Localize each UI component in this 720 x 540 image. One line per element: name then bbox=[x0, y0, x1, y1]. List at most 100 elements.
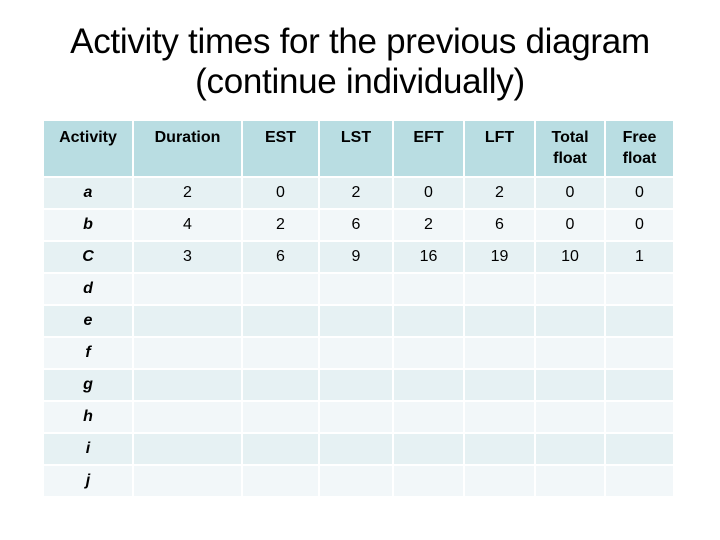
cell-eft bbox=[394, 274, 463, 304]
cell-free-float bbox=[606, 402, 673, 432]
cell-lst bbox=[320, 402, 392, 432]
header-label: Total bbox=[551, 129, 589, 146]
header-lft: LFT bbox=[465, 121, 534, 176]
header-label: float bbox=[553, 150, 587, 167]
table-row: i bbox=[44, 434, 673, 464]
cell-total-float bbox=[536, 306, 604, 336]
cell-activity: e bbox=[44, 306, 132, 336]
cell-activity: b bbox=[44, 210, 132, 240]
cell-activity: f bbox=[44, 338, 132, 368]
cell-free-float bbox=[606, 274, 673, 304]
cell-est bbox=[243, 370, 318, 400]
cell-eft bbox=[394, 338, 463, 368]
cell-duration bbox=[134, 466, 241, 496]
header-label: LFT bbox=[484, 129, 515, 146]
cell-lft bbox=[465, 338, 534, 368]
cell-total-float: 0 bbox=[536, 210, 604, 240]
table-header-row: Activity Duration EST LST EFT LFT Total f… bbox=[44, 121, 673, 176]
cell-duration bbox=[134, 274, 241, 304]
cell-lft bbox=[465, 434, 534, 464]
header-label: Free bbox=[622, 129, 657, 146]
cell-eft bbox=[394, 402, 463, 432]
title-line-1: Activity times for the previous diagram bbox=[70, 22, 650, 61]
header-eft: EFT bbox=[394, 121, 463, 176]
cell-free-float bbox=[606, 338, 673, 368]
cell-activity: C bbox=[44, 242, 132, 272]
cell-total-float bbox=[536, 466, 604, 496]
cell-free-float: 0 bbox=[606, 210, 673, 240]
cell-activity: d bbox=[44, 274, 132, 304]
cell-eft bbox=[394, 370, 463, 400]
cell-total-float bbox=[536, 402, 604, 432]
cell-duration: 4 bbox=[134, 210, 241, 240]
cell-lst bbox=[320, 370, 392, 400]
cell-eft: 16 bbox=[394, 242, 463, 272]
cell-lst bbox=[320, 434, 392, 464]
cell-lst bbox=[320, 338, 392, 368]
header-label: float bbox=[622, 150, 657, 167]
cell-eft: 0 bbox=[394, 178, 463, 208]
cell-lft: 6 bbox=[465, 210, 534, 240]
cell-duration bbox=[134, 370, 241, 400]
cell-lft bbox=[465, 274, 534, 304]
cell-activity: h bbox=[44, 402, 132, 432]
header-label: EST bbox=[264, 129, 297, 146]
table-row: f bbox=[44, 338, 673, 368]
cell-duration bbox=[134, 338, 241, 368]
header-label: EFT bbox=[413, 129, 444, 146]
cell-total-float bbox=[536, 338, 604, 368]
cell-activity: j bbox=[44, 466, 132, 496]
header-activity: Activity bbox=[44, 121, 132, 176]
cell-free-float bbox=[606, 370, 673, 400]
cell-lst: 2 bbox=[320, 178, 392, 208]
cell-lst bbox=[320, 274, 392, 304]
cell-total-float: 0 bbox=[536, 178, 604, 208]
cell-est: 2 bbox=[243, 210, 318, 240]
cell-est bbox=[243, 466, 318, 496]
cell-duration bbox=[134, 434, 241, 464]
cell-total-float bbox=[536, 434, 604, 464]
cell-est: 6 bbox=[243, 242, 318, 272]
cell-total-float: 10 bbox=[536, 242, 604, 272]
cell-eft bbox=[394, 434, 463, 464]
cell-lft bbox=[465, 306, 534, 336]
cell-est: 0 bbox=[243, 178, 318, 208]
cell-lst bbox=[320, 306, 392, 336]
cell-est bbox=[243, 434, 318, 464]
cell-activity: a bbox=[44, 178, 132, 208]
cell-eft: 2 bbox=[394, 210, 463, 240]
table-row: h bbox=[44, 402, 673, 432]
title-line-2: (continue individually) bbox=[195, 62, 525, 101]
table-row: a2020200 bbox=[44, 178, 673, 208]
cell-duration: 2 bbox=[134, 178, 241, 208]
cell-lst: 6 bbox=[320, 210, 392, 240]
cell-free-float bbox=[606, 434, 673, 464]
table-row: b4262600 bbox=[44, 210, 673, 240]
activity-times-table: Activity Duration EST LST EFT LFT Total f… bbox=[42, 119, 675, 498]
cell-lft bbox=[465, 466, 534, 496]
table-row: C 3 6 9 16 19 10 1 bbox=[44, 242, 673, 272]
cell-total-float bbox=[536, 274, 604, 304]
cell-duration bbox=[134, 306, 241, 336]
header-free-float: Free float bbox=[606, 121, 673, 176]
table-row: e bbox=[44, 306, 673, 336]
header-duration: Duration bbox=[134, 121, 241, 176]
cell-est bbox=[243, 338, 318, 368]
header-label: LST bbox=[340, 129, 372, 146]
cell-total-float bbox=[536, 370, 604, 400]
cell-lft bbox=[465, 402, 534, 432]
cell-activity: i bbox=[44, 434, 132, 464]
cell-est bbox=[243, 402, 318, 432]
cell-lft: 2 bbox=[465, 178, 534, 208]
header-lst: LST bbox=[320, 121, 392, 176]
cell-eft bbox=[394, 466, 463, 496]
cell-lft: 19 bbox=[465, 242, 534, 272]
cell-duration bbox=[134, 402, 241, 432]
cell-est bbox=[243, 306, 318, 336]
table-row: j bbox=[44, 466, 673, 496]
header-total-float: Total float bbox=[536, 121, 604, 176]
cell-free-float: 0 bbox=[606, 178, 673, 208]
cell-free-float bbox=[606, 466, 673, 496]
table-row: g bbox=[44, 370, 673, 400]
cell-duration: 3 bbox=[134, 242, 241, 272]
